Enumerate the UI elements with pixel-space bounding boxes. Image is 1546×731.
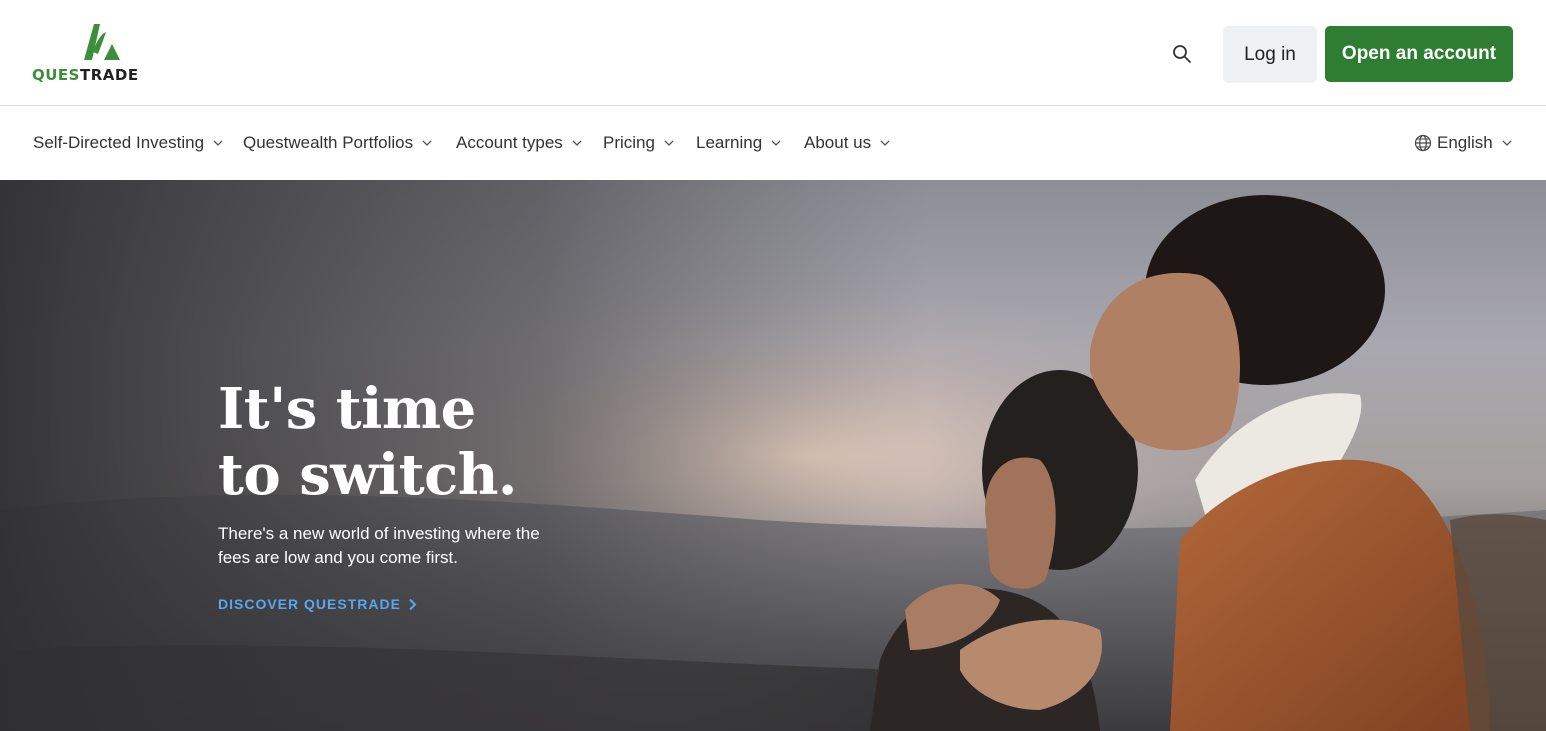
nav-item-label: Pricing [603,133,655,152]
questrade-logo[interactable]: QUESTRADE [32,22,164,84]
chevron-down-icon [880,140,890,146]
hero-banner: It's time to switch. There's a new world… [0,180,1546,731]
nav-item-label: Self-Directed Investing [33,133,205,152]
nav-item-pricing[interactable]: Pricing [603,106,674,180]
nav-item-label: Account types [456,133,563,152]
site-header: QUESTRADE Log in Open an account [0,0,1546,106]
search-icon [1173,45,1191,63]
globe-icon [1414,134,1432,152]
nav-item-label: Learning [696,133,763,152]
chevron-down-icon [1502,140,1512,146]
hero-content: It's time to switch. There's a new world… [218,376,638,614]
main-nav: Self-Directed Investing Questwealth Port… [0,106,1546,180]
discover-questrade-link[interactable]: DISCOVER QUESTRADE [218,596,417,612]
language-selector[interactable]: English [1414,106,1512,180]
nav-item-label: About us [804,133,872,152]
chevron-down-icon [572,140,582,146]
nav-item-about-us[interactable]: About us [804,106,890,180]
logo-word-ques: QUES [32,66,80,84]
hero-title-line-2: to switch. [218,442,517,508]
nav-item-learning[interactable]: Learning [696,106,781,180]
nav-item-account-types[interactable]: Account types [456,106,582,180]
nav-item-questwealth-portfolios[interactable]: Questwealth Portfolios [243,106,432,180]
hero-title: It's time to switch. [218,376,638,508]
chevron-down-icon [213,140,223,146]
logo-wordmark: QUESTRADE [32,66,139,84]
hero-subtitle: There's a new world of investing where t… [218,524,540,567]
chevron-down-icon [771,140,781,146]
chevron-down-icon [422,140,432,146]
logo-word-trade: TRADE [79,66,139,84]
chevron-right-icon [409,598,417,610]
open-account-button[interactable]: Open an account [1325,26,1513,82]
nav-item-label: Questwealth Portfolios [243,133,414,152]
hero-title-line-1: It's time [218,376,476,442]
nav-item-self-directed-investing[interactable]: Self-Directed Investing [33,106,223,180]
login-button[interactable]: Log in [1223,26,1317,83]
chevron-down-icon [664,140,674,146]
cta-label: DISCOVER QUESTRADE [218,596,401,612]
language-label: English [1437,133,1493,152]
questrade-logo-icon [84,24,120,60]
search-button[interactable] [1168,40,1196,68]
